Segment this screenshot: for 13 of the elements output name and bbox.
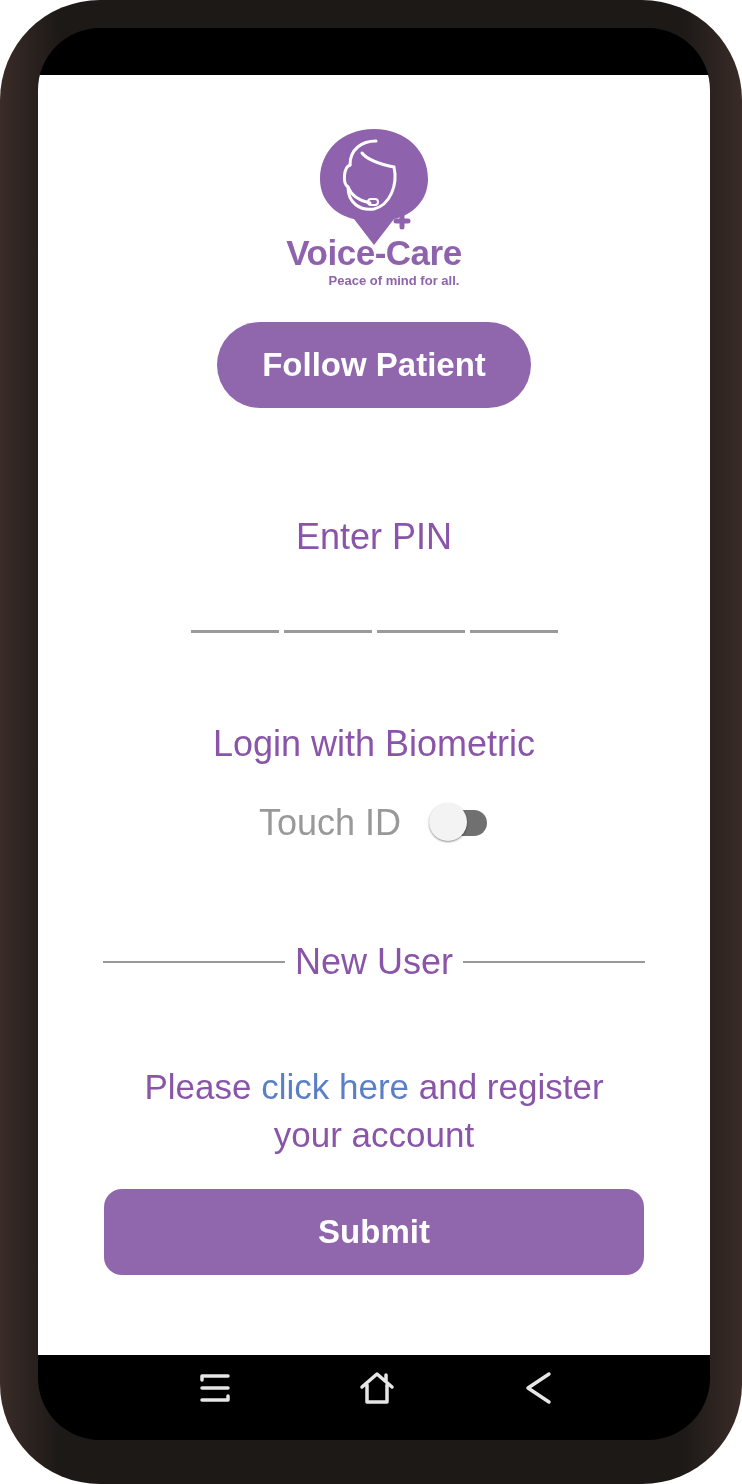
back-icon[interactable] <box>524 1370 552 1405</box>
register-text: Please click here and register your account <box>143 1066 605 1156</box>
biometric-heading: Login with Biometric <box>212 723 536 765</box>
menu-icon[interactable] <box>198 1372 230 1403</box>
touch-id-label: Touch ID <box>258 802 402 844</box>
logo-tagline: Peace of mind for all. <box>327 273 460 288</box>
new-user-label: New User <box>295 941 453 983</box>
logo-wordmark: Voice-Care <box>286 235 462 271</box>
follow-patient-button[interactable]: Follow Patient <box>217 322 531 408</box>
submit-button[interactable]: Submit <box>104 1189 644 1275</box>
home-icon[interactable] <box>359 1370 395 1405</box>
pin-label: Enter PIN <box>295 516 453 558</box>
click-here-link[interactable]: click here <box>261 1067 409 1106</box>
